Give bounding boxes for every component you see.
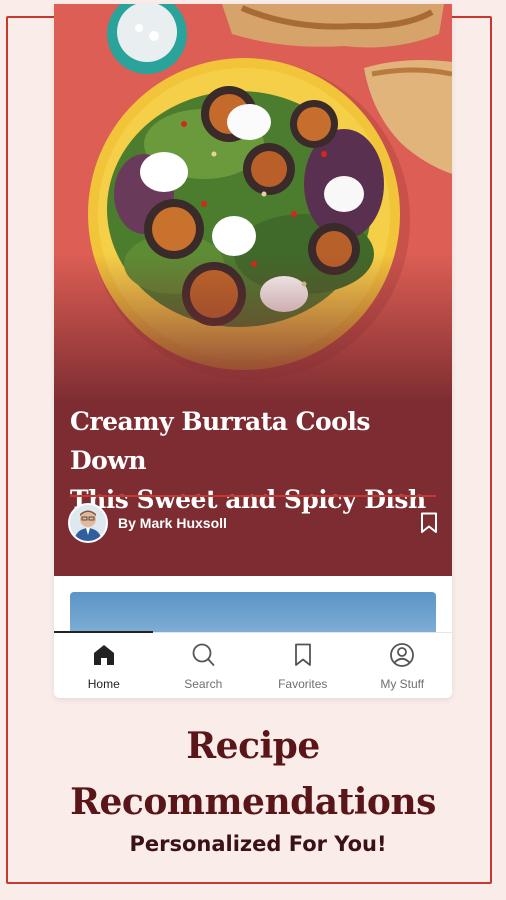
user-icon xyxy=(390,643,415,667)
bottom-tab-bar: Home Search Favorites My Stuff xyxy=(54,631,453,698)
hero-gradient xyxy=(54,254,452,404)
tab-favorites[interactable]: Favorites xyxy=(253,633,353,698)
promo-title-line-2: Recommendations xyxy=(70,781,436,823)
phone-screen: Creamy Burrata Cools Down This Sweet and… xyxy=(54,4,452,698)
featured-article-card[interactable]: Creamy Burrata Cools Down This Sweet and… xyxy=(54,4,452,576)
headline-divider xyxy=(70,495,436,497)
tab-home[interactable]: Home xyxy=(54,633,154,698)
tab-my-stuff-label: My Stuff xyxy=(380,677,425,691)
promo-title-line-1: Recipe xyxy=(186,725,320,767)
author-portrait-icon xyxy=(70,505,106,541)
headline-line-1: Creamy Burrata Cools Down xyxy=(70,407,370,475)
home-icon xyxy=(93,645,114,665)
tab-search[interactable]: Search xyxy=(154,633,254,698)
author-row: By Mark Huxsoll xyxy=(68,502,438,544)
bookmark-icon xyxy=(294,643,311,666)
tab-search-label: Search xyxy=(184,677,223,691)
search-icon xyxy=(192,643,215,666)
tab-my-stuff[interactable]: My Stuff xyxy=(353,633,453,698)
author-byline[interactable]: By Mark Huxsoll xyxy=(118,515,227,531)
author-avatar[interactable] xyxy=(68,503,108,543)
tab-favorites-label: Favorites xyxy=(278,677,328,691)
promo-subtitle: Personalized For You! xyxy=(129,832,387,856)
bookmark-icon[interactable] xyxy=(420,512,438,534)
tab-home-label: Home xyxy=(87,677,120,691)
active-tab-indicator xyxy=(54,631,153,633)
promo-title: Recipe Recommendations xyxy=(0,718,506,830)
